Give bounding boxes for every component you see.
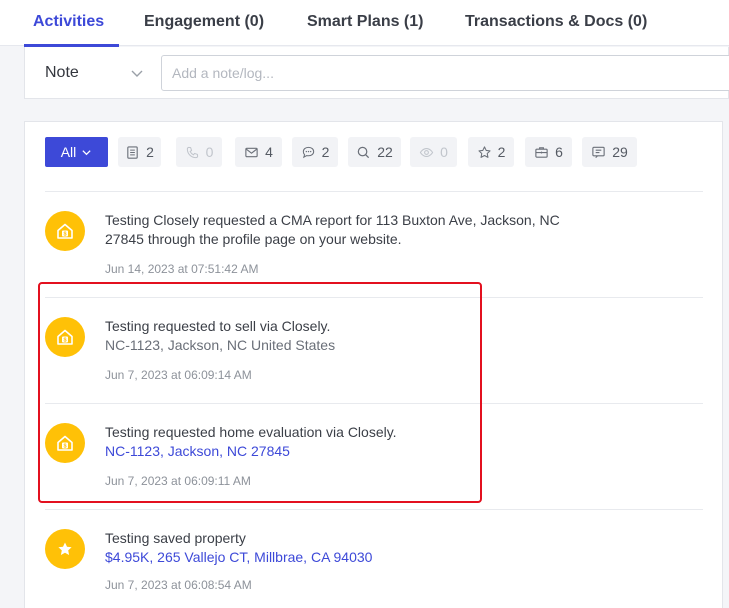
document-icon <box>127 145 138 159</box>
chat-icon <box>302 146 314 158</box>
note-input[interactable] <box>161 55 729 91</box>
briefcase-icon <box>535 146 548 158</box>
filter-searches[interactable]: 22 <box>348 137 401 167</box>
activity-description: Testing saved property <box>105 530 246 546</box>
star-icon <box>478 145 491 158</box>
filter-notes-count: 2 <box>146 144 154 160</box>
filter-texts[interactable]: 2 <box>292 137 338 167</box>
activity-description: Testing Closely requested a CMA report f… <box>105 212 560 228</box>
tab-bar: Activities Engagement (0) Smart Plans (1… <box>0 0 729 47</box>
filter-views-count: 0 <box>440 144 448 160</box>
activity-timestamp: Jun 7, 2023 at 06:08:54 AM <box>105 578 252 592</box>
filter-transactions-count: 6 <box>555 144 563 160</box>
filter-favorites[interactable]: 2 <box>468 137 514 167</box>
filter-notes[interactable]: 2 <box>118 137 161 167</box>
highlight-box <box>38 282 482 503</box>
tab-activities[interactable]: Activities <box>33 13 104 31</box>
tab-engagement[interactable]: Engagement (0) <box>144 13 264 31</box>
filter-all-button[interactable]: All <box>45 137 108 167</box>
filter-emails-count: 4 <box>265 144 273 160</box>
filter-messages[interactable]: 29 <box>582 137 637 167</box>
filter-favorites-count: 2 <box>497 144 506 160</box>
activity-icon: $ <box>45 211 85 251</box>
property-link[interactable]: $4.95K, 265 Vallejo CT, Millbrae, CA 940… <box>105 548 372 567</box>
mail-icon <box>245 147 258 157</box>
activity-icon <box>45 529 85 569</box>
svg-text:$: $ <box>63 232 66 238</box>
star-icon <box>58 542 72 555</box>
filter-emails[interactable]: 4 <box>235 137 282 167</box>
tab-smart-plans[interactable]: Smart Plans (1) <box>307 13 423 31</box>
home-dollar-icon: $ <box>57 223 73 239</box>
filter-all-label: All <box>60 144 77 160</box>
note-type-select[interactable]: Note <box>45 64 79 82</box>
filter-transactions[interactable]: 6 <box>525 137 572 167</box>
search-icon <box>357 146 370 158</box>
filter-searches-count: 22 <box>377 144 393 160</box>
filter-messages-count: 29 <box>612 144 628 160</box>
tab-transactions-docs[interactable]: Transactions & Docs (0) <box>465 13 647 31</box>
message-icon <box>592 146 605 158</box>
filter-calls[interactable]: 0 <box>176 137 222 167</box>
activity-description-continued: 27845 through the profile page on your w… <box>105 231 402 247</box>
eye-icon <box>419 147 434 157</box>
chevron-down-icon[interactable] <box>129 65 145 81</box>
divider <box>45 509 703 510</box>
filter-calls-count: 0 <box>205 144 214 160</box>
divider <box>45 191 703 192</box>
note-composer: Note <box>24 47 729 99</box>
filter-texts-count: 2 <box>321 144 330 160</box>
chevron-down-icon <box>82 149 91 155</box>
activity-timestamp: Jun 14, 2023 at 07:51:42 AM <box>105 262 259 276</box>
phone-icon <box>186 146 198 158</box>
filter-views[interactable]: 0 <box>410 137 457 167</box>
